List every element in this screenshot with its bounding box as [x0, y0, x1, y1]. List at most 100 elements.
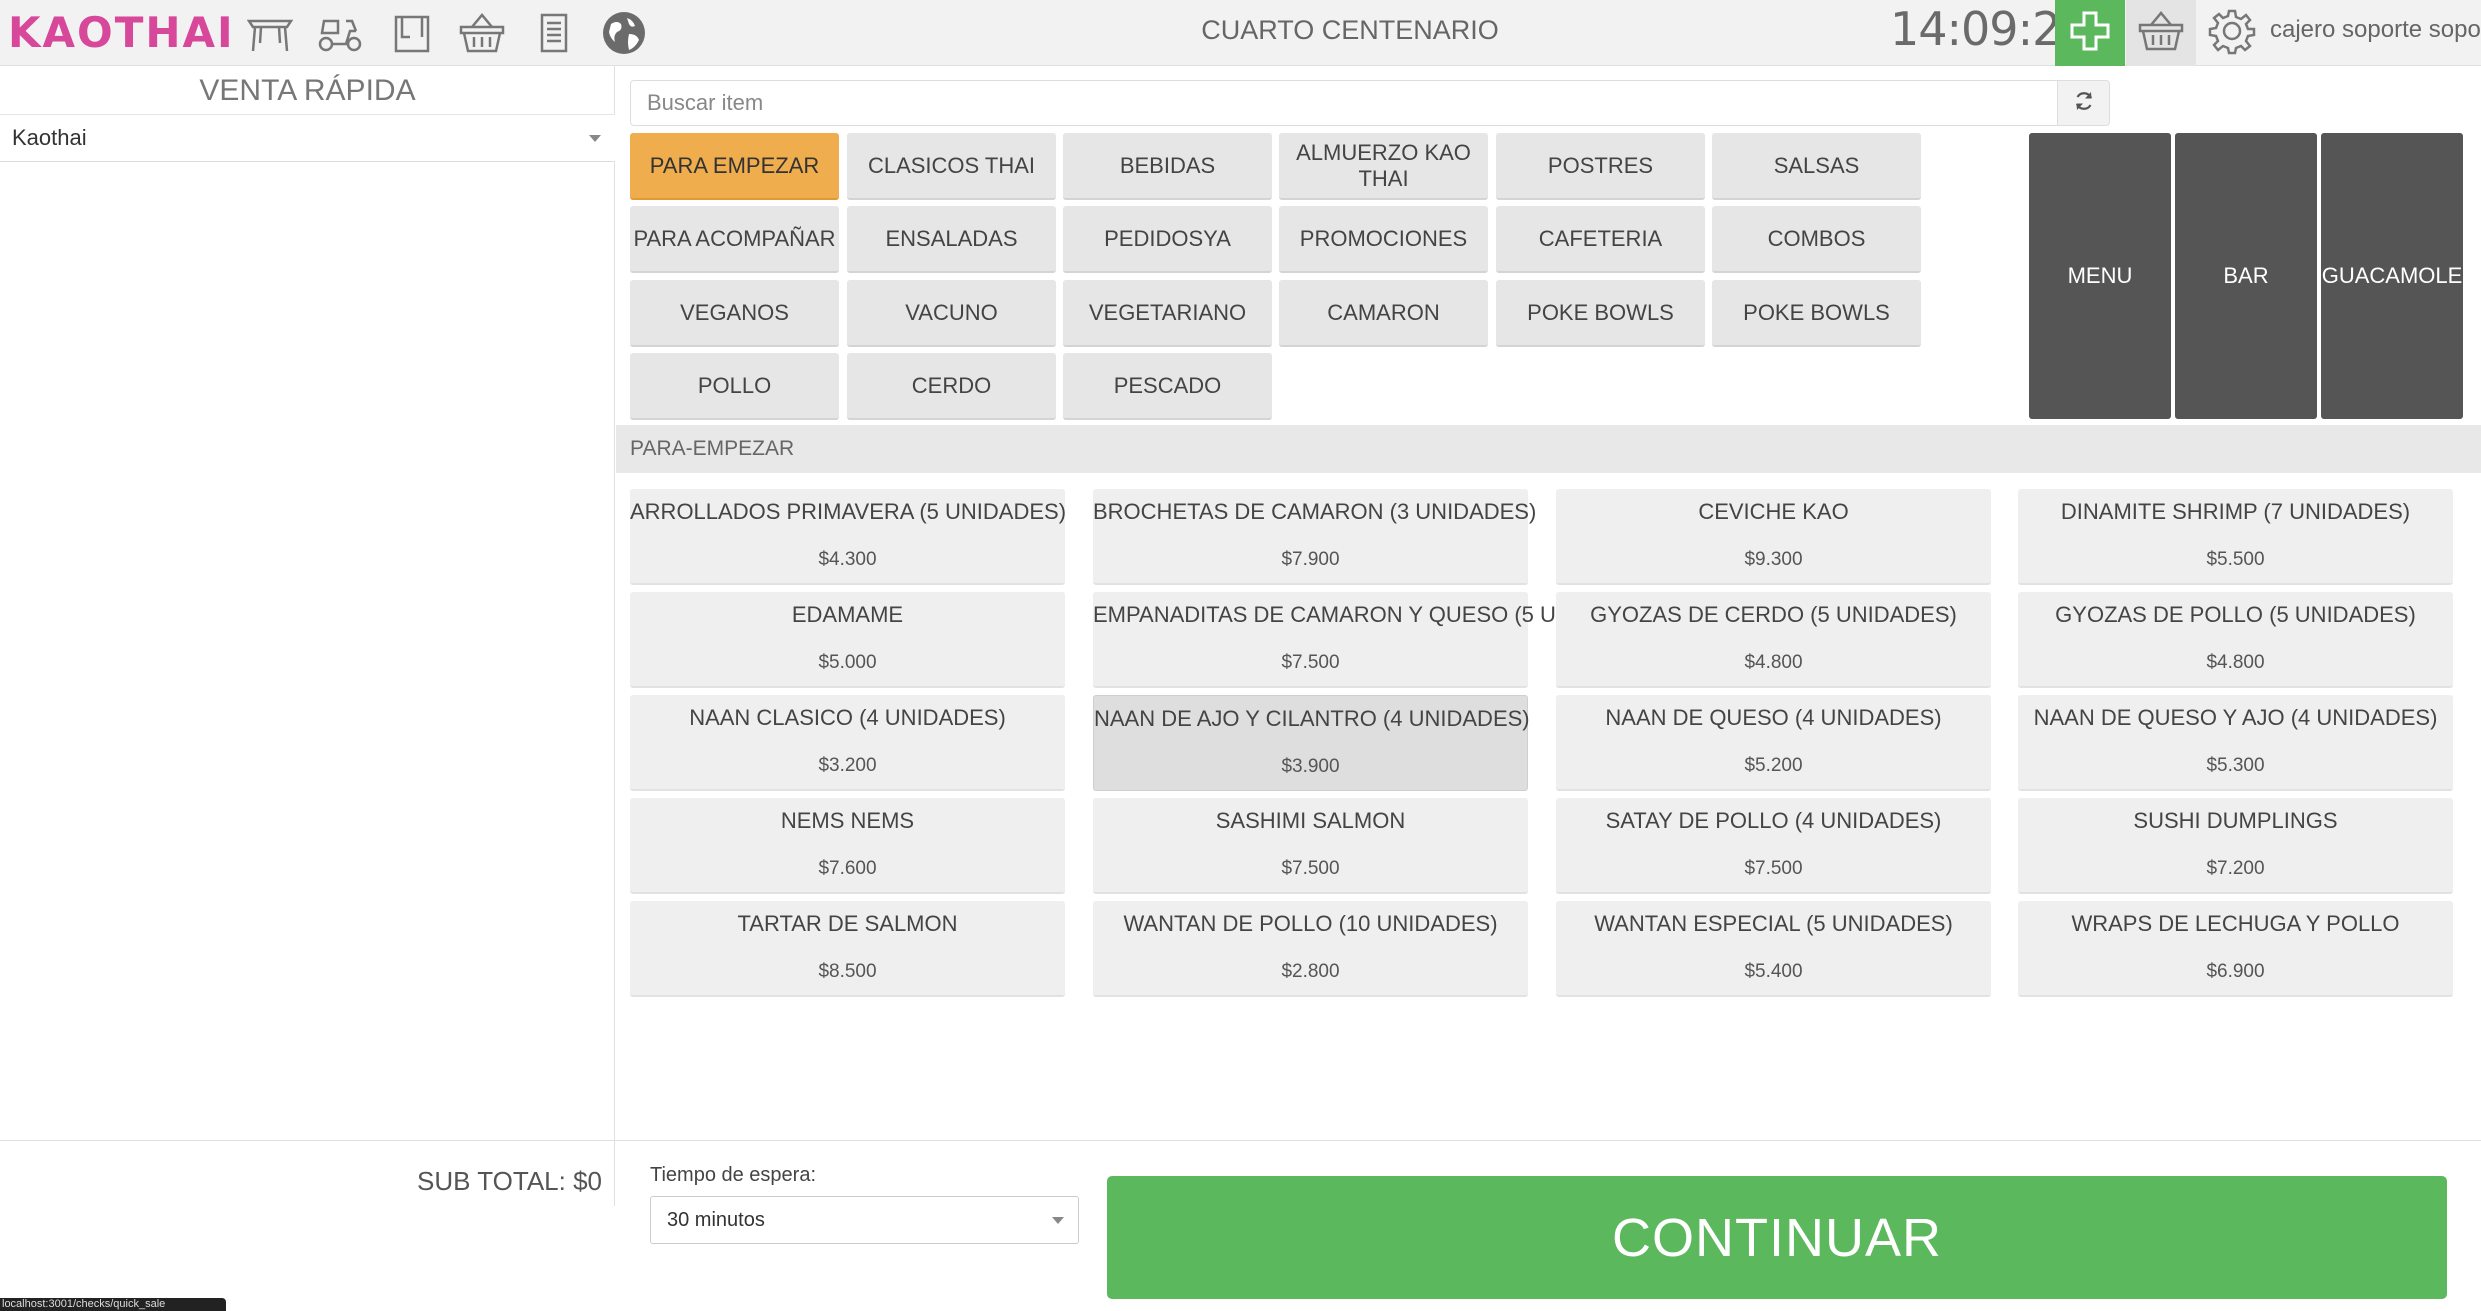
category-promociones[interactable]: PROMOCIONES — [1279, 206, 1488, 273]
brand-select-value: Kaothai — [12, 125, 87, 150]
product-price: $6.900 — [2206, 961, 2265, 982]
delivery-scooter-icon[interactable] — [316, 9, 364, 57]
product-card[interactable]: WRAPS DE LECHUGA Y POLLO $6.900 — [2018, 901, 2453, 997]
product-name: WRAPS DE LECHUGA Y POLLO — [2071, 911, 2400, 936]
table-icon[interactable] — [246, 9, 294, 57]
product-name: NAAN DE QUESO Y AJO (4 UNIDADES) — [2033, 705, 2438, 730]
product-name: DINAMITE SHRIMP (7 UNIDADES) — [2060, 499, 2411, 524]
product-card[interactable]: NAAN CLASICO (4 UNIDADES) $3.200 — [630, 695, 1065, 791]
category-clasicos-thai[interactable]: CLASICOS THAI — [847, 133, 1056, 200]
product-price: $7.900 — [1281, 549, 1340, 570]
category-cafeteria[interactable]: CAFETERIA — [1496, 206, 1705, 273]
product-card[interactable]: CEVICHE KAO $9.300 — [1556, 489, 1991, 585]
product-price: $7.500 — [1744, 858, 1803, 879]
category-pedidosya[interactable]: PEDIDOSYA — [1063, 206, 1272, 273]
product-name: SATAY DE POLLO (4 UNIDADES) — [1605, 808, 1942, 833]
user-menu[interactable]: cajero soporte soporte — [2270, 0, 2481, 62]
product-name: BROCHETAS DE CAMARON (3 UNIDADES) — [1093, 499, 1537, 524]
product-card[interactable]: WANTAN ESPECIAL (5 UNIDADES) $5.400 — [1556, 901, 1991, 997]
product-price: $5.200 — [1744, 755, 1803, 776]
basket-icon[interactable] — [458, 9, 506, 57]
product-name: CEVICHE KAO — [1698, 499, 1849, 524]
product-price: $7.600 — [818, 858, 877, 879]
category-postres[interactable]: POSTRES — [1496, 133, 1705, 200]
product-price: $5.000 — [818, 652, 877, 673]
product-price: $4.800 — [1744, 652, 1803, 673]
product-name: EMPANADITAS DE CAMARON Y QUESO (5 UNIDAD… — [1093, 602, 1662, 627]
category-vegetariano[interactable]: VEGETARIANO — [1063, 280, 1272, 347]
settings-button[interactable] — [2200, 4, 2264, 62]
plus-icon — [2069, 10, 2111, 57]
top-bar: KAOTHAI CUARTO CENTENARIO 14:09:26 cajer… — [0, 0, 2481, 66]
store-name: CUARTO CENTENARIO — [1201, 15, 1499, 45]
globe-icon[interactable] — [600, 9, 648, 57]
product-price: $8.500 — [818, 961, 877, 982]
chevron-down-icon — [589, 135, 601, 142]
category-poke-bowls-2[interactable]: POKE BOWLS — [1712, 280, 1921, 347]
product-card[interactable]: DINAMITE SHRIMP (7 UNIDADES) $5.500 — [2018, 489, 2453, 585]
logo[interactable]: KAOTHAI — [8, 8, 235, 58]
product-card[interactable]: GYOZAS DE CERDO (5 UNIDADES) $4.800 — [1556, 592, 1991, 688]
product-name: SUSHI DUMPLINGS — [2133, 808, 2338, 833]
product-card[interactable]: ARROLLADOS PRIMAVERA (5 UNIDADES) $4.300 — [630, 489, 1067, 585]
product-name: TARTAR DE SALMON — [737, 911, 958, 936]
category-para-acompanar[interactable]: PARA ACOMPAÑAR — [630, 206, 839, 273]
receipt-icon[interactable] — [530, 9, 578, 57]
product-price: $7.500 — [1281, 858, 1340, 879]
order-panel: VENTA RÁPIDA Kaothai — [0, 66, 615, 1206]
wait-time-select[interactable]: 30 minutos — [650, 1196, 1079, 1244]
category-bebidas[interactable]: BEBIDAS — [1063, 133, 1272, 200]
panel-title: VENTA RÁPIDA — [199, 74, 416, 107]
menu-button-guacamole[interactable]: GUACAMOLE — [2321, 133, 2463, 419]
product-card[interactable]: EDAMAME $5.000 — [630, 592, 1065, 688]
product-card[interactable]: SUSHI DUMPLINGS $7.200 — [2018, 798, 2453, 894]
cart-button[interactable] — [2126, 0, 2196, 66]
category-almuerzo-kao-thai[interactable]: ALMUERZO KAO THAI — [1279, 133, 1488, 200]
refresh-icon — [2073, 90, 2095, 117]
menu-button-menu[interactable]: MENU — [2029, 133, 2171, 419]
category-veganos[interactable]: VEGANOS — [630, 280, 839, 347]
category-salsas[interactable]: SALSAS — [1712, 133, 1921, 200]
product-card[interactable]: NAAN DE QUESO Y AJO (4 UNIDADES) $5.300 — [2018, 695, 2453, 791]
basket-icon — [2137, 9, 2185, 58]
category-cerdo[interactable]: CERDO — [847, 353, 1056, 420]
product-card[interactable]: TARTAR DE SALMON $8.500 — [630, 901, 1065, 997]
category-pescado[interactable]: PESCADO — [1063, 353, 1272, 420]
refresh-button[interactable] — [2057, 80, 2110, 126]
product-price: $5.300 — [2206, 755, 2265, 776]
gear-icon — [2208, 7, 2256, 60]
wait-time-value: 30 minutos — [667, 1209, 765, 1231]
product-card[interactable]: NEMS NEMS $7.600 — [630, 798, 1065, 894]
product-card[interactable]: WANTAN DE POLLO (10 UNIDADES) $2.800 — [1093, 901, 1528, 997]
product-card[interactable]: NAAN DE AJO Y CILANTRO (4 UNIDADES) $3.90… — [1093, 695, 1530, 791]
brand-select[interactable]: Kaothai — [0, 114, 615, 162]
category-camaron[interactable]: CAMARON — [1279, 280, 1488, 347]
add-button[interactable] — [2055, 0, 2125, 66]
category-para-empezar[interactable]: PARA EMPEZAR — [630, 133, 839, 200]
product-card[interactable]: GYOZAS DE POLLO (5 UNIDADES) $4.800 — [2018, 592, 2453, 688]
product-price: $9.300 — [1744, 549, 1803, 570]
product-name: NEMS NEMS — [780, 808, 915, 833]
product-name: NAAN DE QUESO (4 UNIDADES) — [1605, 705, 1942, 730]
search-input[interactable] — [630, 80, 2058, 126]
product-card[interactable]: SATAY DE POLLO (4 UNIDADES) $7.500 — [1556, 798, 1991, 894]
product-name: GYOZAS DE CERDO (5 UNIDADES) — [1590, 602, 1957, 627]
category-vacuno[interactable]: VACUNO — [847, 280, 1056, 347]
status-url: localhost:3001/checks/quick_sale — [0, 1298, 226, 1311]
menu-button-bar[interactable]: BAR — [2175, 133, 2317, 419]
product-card[interactable]: SASHIMI SALMON $7.500 — [1093, 798, 1528, 894]
product-name: WANTAN ESPECIAL (5 UNIDADES) — [1594, 911, 1953, 936]
product-card[interactable]: EMPANADITAS DE CAMARON Y QUESO (5 UNIDAD… — [1093, 592, 1662, 688]
category-combos[interactable]: COMBOS — [1712, 206, 1921, 273]
category-pollo[interactable]: POLLO — [630, 353, 839, 420]
product-name: ARROLLADOS PRIMAVERA (5 UNIDADES) — [630, 499, 1067, 524]
product-price: $7.500 — [1281, 652, 1340, 673]
product-card[interactable]: BROCHETAS DE CAMARON (3 UNIDADES) $7.900 — [1093, 489, 1537, 585]
product-card[interactable]: NAAN DE QUESO (4 UNIDADES) $5.200 — [1556, 695, 1991, 791]
continue-button[interactable]: CONTINUAR — [1107, 1176, 2447, 1299]
user-name: cajero soporte soporte — [2270, 16, 2481, 43]
category-poke-bowls[interactable]: POKE BOWLS — [1496, 280, 1705, 347]
category-ensaladas[interactable]: ENSALADAS — [847, 206, 1056, 273]
shopping-bag-icon[interactable] — [388, 9, 436, 57]
product-price: $2.800 — [1281, 961, 1340, 982]
